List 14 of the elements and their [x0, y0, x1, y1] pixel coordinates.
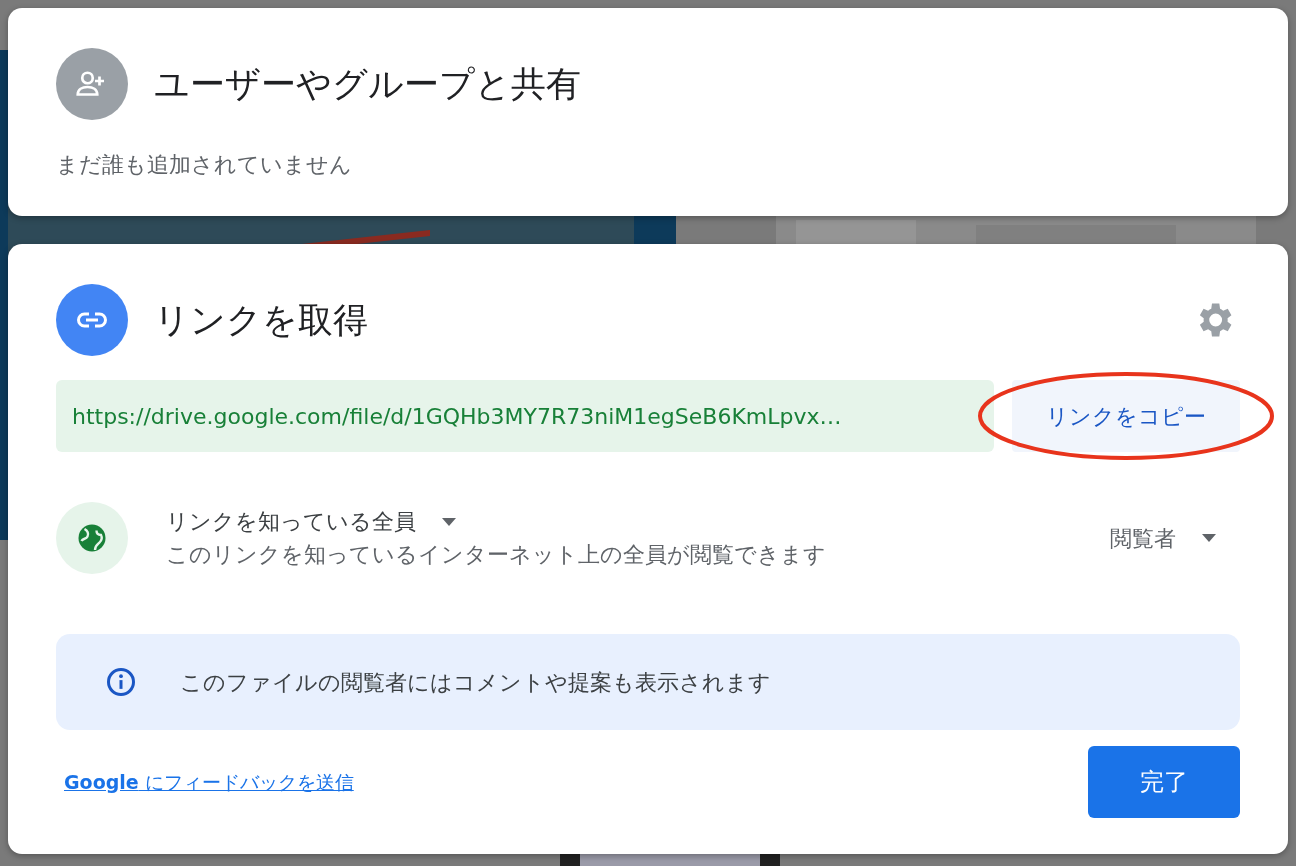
caret-icon: [1202, 534, 1216, 542]
info-icon: [106, 667, 136, 697]
copy-link-button[interactable]: リンクをコピー: [1012, 380, 1240, 452]
dialog-title: ユーザーやグループと共有: [154, 62, 581, 106]
caret-icon: [442, 517, 456, 526]
access-dropdown[interactable]: リンクを知っている全員: [166, 505, 456, 538]
done-button[interactable]: 完了: [1088, 746, 1240, 818]
access-description: このリンクを知っているインターネット上の全員が閲覧できます: [166, 541, 826, 569]
feedback-link[interactable]: Google にフィードバックを送信: [64, 767, 354, 797]
dialog-title: リンクを取得: [154, 298, 368, 342]
empty-message: まだ誰も追加されていません: [56, 151, 353, 179]
link-field[interactable]: https://drive.google.com/file/d/1GQHb3MY7R73niM1egSeB6KmLpvx…: [56, 380, 994, 452]
info-text: このファイルの閲覧者にはコメントや提案も表示されます: [180, 668, 771, 697]
role-dropdown[interactable]: 閲覧者: [1110, 521, 1216, 555]
